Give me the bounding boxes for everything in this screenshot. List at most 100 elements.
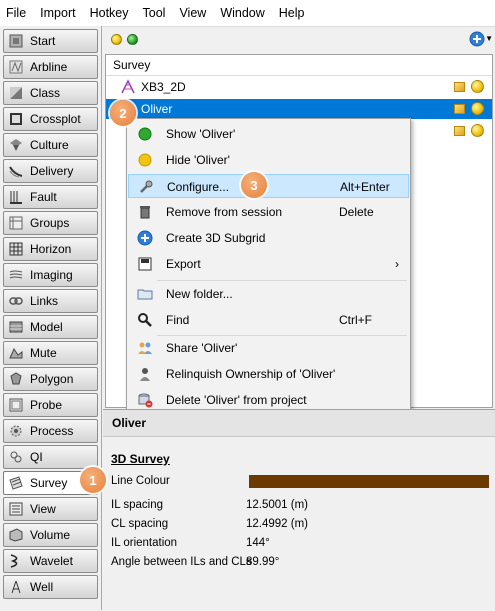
- details-panel: Oliver 3D Survey Line Colour IL spacing …: [103, 409, 495, 611]
- sidebar-item-qi[interactable]: QI: [3, 445, 98, 469]
- volume-icon: [8, 527, 24, 543]
- line-colour-swatch[interactable]: [249, 475, 489, 488]
- qi-icon: [8, 449, 24, 465]
- menu-separator: [157, 280, 407, 281]
- menu-item-label: Remove from session: [166, 205, 283, 219]
- prop-label: CL spacing: [111, 518, 169, 530]
- list-item-selected[interactable]: Oliver: [106, 99, 492, 119]
- sidebar-item-label: Volume: [30, 528, 71, 542]
- prop-label: Angle between ILs and CLs: [111, 556, 252, 568]
- menu-item-shortcut: Delete: [339, 205, 374, 219]
- sidebar-item-label: Survey: [30, 476, 68, 490]
- sidebar-item-horizon[interactable]: Horizon: [3, 237, 98, 261]
- step-badge-2: 2: [110, 100, 136, 126]
- sidebar-item-label: Probe: [30, 398, 63, 412]
- menu-item-find[interactable]: Find Ctrl+F: [128, 308, 409, 332]
- menu-help[interactable]: Help: [272, 0, 312, 26]
- chevron-down-icon[interactable]: ▼: [485, 34, 493, 43]
- user-icon: [137, 366, 153, 382]
- list-item-name: Oliver: [141, 102, 173, 116]
- menu-item-create-subgrid[interactable]: Create 3D Subgrid: [128, 226, 409, 250]
- add-icon[interactable]: [469, 31, 485, 47]
- menu-tool[interactable]: Tool: [136, 0, 173, 26]
- hide-all-button[interactable]: [111, 34, 122, 45]
- status-dot[interactable]: [471, 102, 484, 115]
- sidebar-item-wavelet[interactable]: Wavelet: [3, 549, 98, 573]
- step-badge-3: 3: [241, 172, 267, 198]
- sidebar-item-label: Fault: [30, 190, 57, 204]
- menu-window[interactable]: Window: [213, 0, 271, 26]
- sidebar-item-volume[interactable]: Volume: [3, 523, 98, 547]
- sidebar-item-crossplot[interactable]: Crossplot: [3, 107, 98, 131]
- view-icon: [8, 501, 24, 517]
- menu-item-export[interactable]: Export ›: [128, 252, 409, 276]
- survey-2d-icon: [120, 79, 136, 98]
- sidebar-item-label: Model: [30, 320, 63, 334]
- map-icon[interactable]: [454, 82, 465, 92]
- list-header[interactable]: Survey: [106, 55, 492, 76]
- sidebar-item-polygon[interactable]: Polygon: [3, 367, 98, 391]
- prop-value: 144°: [246, 537, 270, 549]
- menu-item-relinquish[interactable]: Relinquish Ownership of 'Oliver': [128, 362, 409, 386]
- sidebar-item-groups[interactable]: Groups: [3, 211, 98, 235]
- delete-db-icon: [137, 392, 153, 408]
- list-item-name: XB3_2D: [141, 80, 186, 94]
- sidebar-item-label: Horizon: [30, 242, 72, 256]
- sidebar-item-probe[interactable]: Probe: [3, 393, 98, 417]
- status-dot[interactable]: [471, 80, 484, 93]
- imaging-icon: [8, 267, 24, 283]
- menu-item-label: Create 3D Subgrid: [166, 231, 266, 245]
- menu-item-share[interactable]: Share 'Oliver': [128, 336, 409, 360]
- sidebar-item-links[interactable]: Links: [3, 289, 98, 313]
- show-all-button[interactable]: [127, 34, 138, 45]
- sidebar: Start Arbline Class Crossplot Culture De…: [0, 26, 102, 610]
- menu-item-label: Delete 'Oliver' from project: [166, 393, 307, 407]
- menu-item-hide[interactable]: Hide 'Oliver': [128, 148, 409, 172]
- sidebar-item-arbline[interactable]: Arbline: [3, 55, 98, 79]
- sidebar-item-model[interactable]: Model: [3, 315, 98, 339]
- sidebar-item-view[interactable]: View: [3, 497, 98, 521]
- sidebar-item-label: Crossplot: [30, 112, 81, 126]
- sidebar-item-imaging[interactable]: Imaging: [3, 263, 98, 287]
- crossplot-icon: [8, 111, 24, 127]
- sidebar-item-label: Polygon: [30, 372, 74, 386]
- sidebar-item-culture[interactable]: Culture: [3, 133, 98, 157]
- sidebar-item-delivery[interactable]: Delivery: [3, 159, 98, 183]
- sidebar-item-process[interactable]: Process: [3, 419, 98, 443]
- menu-bar: File Import Hotkey Tool View Window Help: [0, 0, 495, 27]
- folder-icon: [137, 286, 153, 302]
- submenu-arrow-icon: ›: [395, 257, 399, 271]
- map-icon[interactable]: [454, 126, 465, 136]
- menu-item-configure[interactable]: Configure... Alt+Enter: [128, 174, 409, 198]
- list-header-label: Survey: [113, 58, 151, 72]
- prop-value: 89.99°: [246, 556, 280, 568]
- mute-icon: [8, 345, 24, 361]
- links-icon: [8, 293, 24, 309]
- sidebar-item-label: Arbline: [30, 60, 68, 74]
- menu-hotkey[interactable]: Hotkey: [83, 0, 136, 26]
- sidebar-item-mute[interactable]: Mute: [3, 341, 98, 365]
- menu-item-remove[interactable]: Remove from session Delete: [128, 200, 409, 224]
- menu-import[interactable]: Import: [33, 0, 82, 26]
- sidebar-item-label: Well: [30, 580, 54, 594]
- menu-view[interactable]: View: [172, 0, 213, 26]
- sidebar-item-label: Mute: [30, 346, 57, 360]
- map-icon[interactable]: [454, 104, 465, 114]
- menu-file[interactable]: File: [0, 0, 33, 26]
- menu-item-new-folder[interactable]: New folder...: [128, 282, 409, 306]
- sidebar-item-class[interactable]: Class: [3, 81, 98, 105]
- sidebar-item-well[interactable]: Well: [3, 575, 98, 599]
- list-item[interactable]: XB3_2D: [106, 77, 492, 97]
- sidebar-item-start[interactable]: Start: [3, 29, 98, 53]
- export-icon: [137, 256, 153, 272]
- sidebar-item-fault[interactable]: Fault: [3, 185, 98, 209]
- prop-label: IL orientation: [111, 537, 178, 549]
- sidebar-item-label: Groups: [30, 216, 70, 230]
- status-dot[interactable]: [471, 124, 484, 137]
- menu-item-show[interactable]: Show 'Oliver': [128, 122, 409, 146]
- prop-value: 12.4992 (m): [246, 518, 309, 530]
- fault-icon: [8, 189, 24, 205]
- menu-item-label: Find: [166, 313, 190, 327]
- horizon-icon: [8, 241, 24, 257]
- prop-label: IL spacing: [111, 499, 163, 511]
